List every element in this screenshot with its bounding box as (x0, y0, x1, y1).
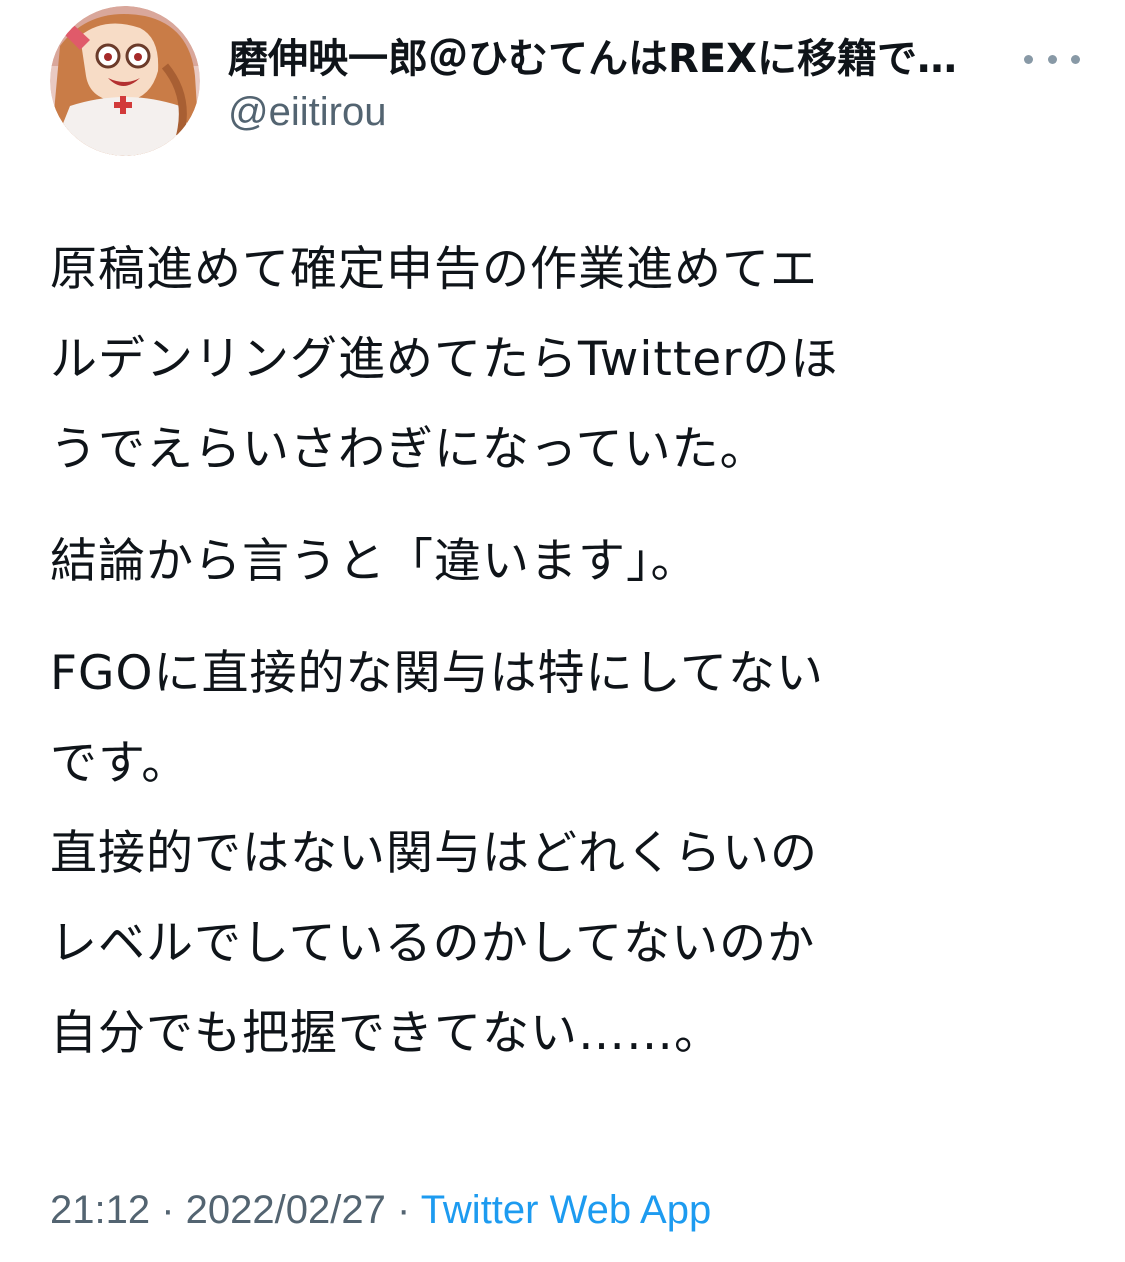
author-block: 磨伸映一郎＠ひむてんはREXに移籍で… @eiitirou (228, 34, 1028, 140)
tweet-paragraph: FGOに直接的な関与は特にしてない です。 直接的ではない関与はどれくらいの レ… (50, 629, 1080, 1079)
tweet: 磨伸映一郎＠ひむてんはREXに移籍で… @eiitirou 原稿進めて確定申告の… (0, 0, 1125, 1262)
meta-separator: · (385, 1188, 421, 1232)
user-handle[interactable]: @eiitirou (228, 84, 1028, 140)
text-line: です。 (50, 736, 190, 791)
text-line: 原稿進めて確定申告の作業進めてエ (50, 242, 818, 297)
text-line: うでえらいさわぎになっていた。 (50, 422, 768, 477)
more-horizontal-icon (1024, 54, 1033, 64)
avatar[interactable] (50, 6, 200, 156)
tweet-date[interactable]: 2022/02/27 (186, 1188, 386, 1232)
tweet-time[interactable]: 21:12 (50, 1188, 150, 1232)
more-horizontal-icon (1071, 54, 1080, 64)
tweet-paragraph: 原稿進めて確定申告の作業進めてエ ルデンリング進めてたらTwitterのほ うで… (50, 225, 1080, 495)
more-horizontal-icon (1047, 54, 1057, 64)
meta-separator: · (150, 1188, 186, 1232)
text-line: 自分でも把握できてない……。 (50, 1006, 722, 1061)
tweet-header: 磨伸映一郎＠ひむてんはREXに移籍で… @eiitirou (50, 6, 1080, 156)
text-line: レベルでしているのかしてないのか (50, 916, 816, 971)
tweet-paragraph: 結論から言うと「違います」。 (50, 517, 1080, 607)
text-line: FGOに直接的な関与は特にしてない (50, 646, 825, 701)
tweet-text: 原稿進めて確定申告の作業進めてエ ルデンリング進めてたらTwitterのほ うで… (50, 225, 1080, 1101)
tweet-source-link[interactable]: Twitter Web App (421, 1188, 712, 1232)
more-options-button[interactable] (1024, 44, 1080, 74)
display-name[interactable]: 磨伸映一郎＠ひむてんはREXに移籍で… (228, 34, 1018, 84)
text-line: 結論から言うと「違います」。 (50, 534, 699, 589)
tweet-meta: 21:12 · 2022/02/27 · Twitter Web App (50, 1185, 711, 1235)
avatar-illustration (50, 6, 200, 156)
text-line: ルデンリング進めてたらTwitterのほ (50, 332, 839, 387)
text-line: 直接的ではない関与はどれくらいの (50, 826, 818, 881)
